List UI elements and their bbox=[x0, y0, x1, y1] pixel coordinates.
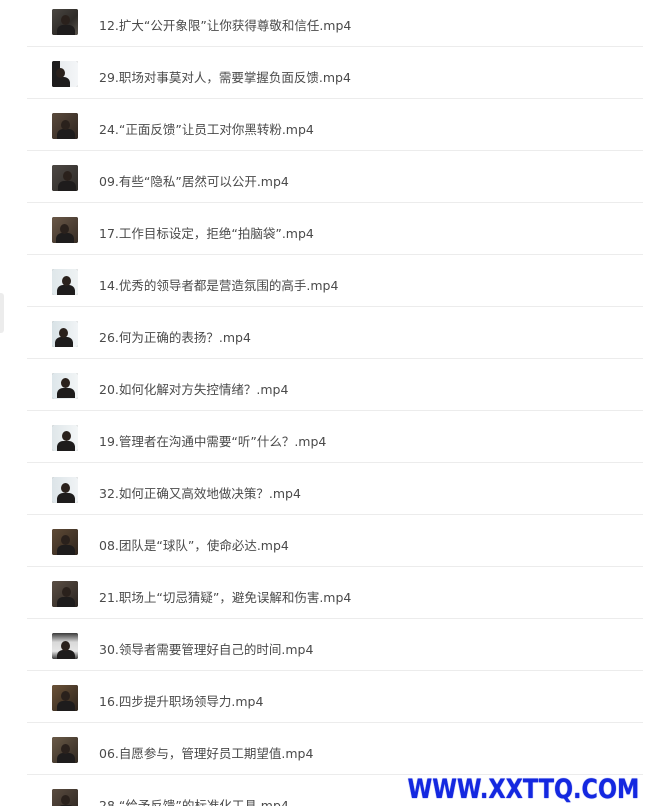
file-row[interactable]: 16.四步提升职场领导力.mp4 bbox=[0, 671, 645, 723]
video-thumbnail-icon bbox=[52, 789, 78, 806]
file-row[interactable]: 32.如何正确又高效地做决策？.mp4 bbox=[0, 463, 645, 515]
file-name[interactable]: 26.何为正确的表扬？.mp4 bbox=[99, 330, 251, 346]
file-name[interactable]: 24.“正面反馈”让员工对你黑转粉.mp4 bbox=[99, 122, 314, 138]
video-thumbnail-icon bbox=[52, 425, 78, 451]
video-thumbnail-icon bbox=[52, 477, 78, 503]
video-thumbnail-icon bbox=[52, 633, 78, 659]
file-row[interactable]: 14.优秀的领导者都是营造氛围的高手.mp4 bbox=[0, 255, 645, 307]
file-row[interactable]: 21.职场上“切忌猜疑”，避免误解和伤害.mp4 bbox=[0, 567, 645, 619]
video-thumbnail-icon bbox=[52, 269, 78, 295]
file-row[interactable]: 17.工作目标设定，拒绝“拍脑袋”.mp4 bbox=[0, 203, 645, 255]
file-list: 12.扩大“公开象限”让你获得尊敬和信任.mp4 29.职场对事莫对人，需要掌握负… bbox=[0, 0, 645, 806]
file-name[interactable]: 21.职场上“切忌猜疑”，避免误解和伤害.mp4 bbox=[99, 590, 351, 606]
file-name[interactable]: 17.工作目标设定，拒绝“拍脑袋”.mp4 bbox=[99, 226, 314, 242]
file-row[interactable]: 19.管理者在沟通中需要“听”什么？.mp4 bbox=[0, 411, 645, 463]
video-thumbnail-icon bbox=[52, 165, 78, 191]
video-thumbnail-icon bbox=[52, 685, 78, 711]
file-row[interactable]: 26.何为正确的表扬？.mp4 bbox=[0, 307, 645, 359]
video-thumbnail-icon bbox=[52, 529, 78, 555]
file-row[interactable]: 09.有些“隐私”居然可以公开.mp4 bbox=[0, 151, 645, 203]
file-row[interactable]: 30.领导者需要管理好自己的时间.mp4 bbox=[0, 619, 645, 671]
video-thumbnail-icon bbox=[52, 581, 78, 607]
video-thumbnail-icon bbox=[52, 61, 78, 87]
video-thumbnail-icon bbox=[52, 321, 78, 347]
file-name[interactable]: 14.优秀的领导者都是营造氛围的高手.mp4 bbox=[99, 278, 338, 294]
file-name[interactable]: 32.如何正确又高效地做决策？.mp4 bbox=[99, 486, 301, 502]
file-name[interactable]: 12.扩大“公开象限”让你获得尊敬和信任.mp4 bbox=[99, 18, 351, 34]
file-row[interactable]: 20.如何化解对方失控情绪？.mp4 bbox=[0, 359, 645, 411]
file-name[interactable]: 09.有些“隐私”居然可以公开.mp4 bbox=[99, 174, 289, 190]
file-name[interactable]: 30.领导者需要管理好自己的时间.mp4 bbox=[99, 642, 313, 658]
video-thumbnail-icon bbox=[52, 373, 78, 399]
file-row[interactable]: 06.自愿参与，管理好员工期望值.mp4 bbox=[0, 723, 645, 775]
file-row[interactable]: 08.团队是“球队”，使命必达.mp4 bbox=[0, 515, 645, 567]
file-name[interactable]: 20.如何化解对方失控情绪？.mp4 bbox=[99, 382, 288, 398]
file-name[interactable]: 08.团队是“球队”，使命必达.mp4 bbox=[99, 538, 289, 554]
file-row[interactable]: 29.职场对事莫对人，需要掌握负面反馈.mp4 bbox=[0, 47, 645, 99]
video-thumbnail-icon bbox=[52, 113, 78, 139]
file-name[interactable]: 28.“给予反馈”的标准化工具.mp4 bbox=[99, 798, 289, 806]
file-row[interactable]: 12.扩大“公开象限”让你获得尊敬和信任.mp4 bbox=[0, 0, 645, 47]
video-thumbnail-icon bbox=[52, 737, 78, 763]
video-thumbnail-icon bbox=[52, 217, 78, 243]
video-thumbnail-icon bbox=[52, 9, 78, 35]
file-name[interactable]: 19.管理者在沟通中需要“听”什么？.mp4 bbox=[99, 434, 326, 450]
watermark-text: WWW.XXTTQ.COM bbox=[407, 774, 639, 805]
file-name[interactable]: 16.四步提升职场领导力.mp4 bbox=[99, 694, 263, 710]
file-name[interactable]: 29.职场对事莫对人，需要掌握负面反馈.mp4 bbox=[99, 70, 351, 86]
file-name[interactable]: 06.自愿参与，管理好员工期望值.mp4 bbox=[99, 746, 313, 762]
file-row[interactable]: 24.“正面反馈”让员工对你黑转粉.mp4 bbox=[0, 99, 645, 151]
